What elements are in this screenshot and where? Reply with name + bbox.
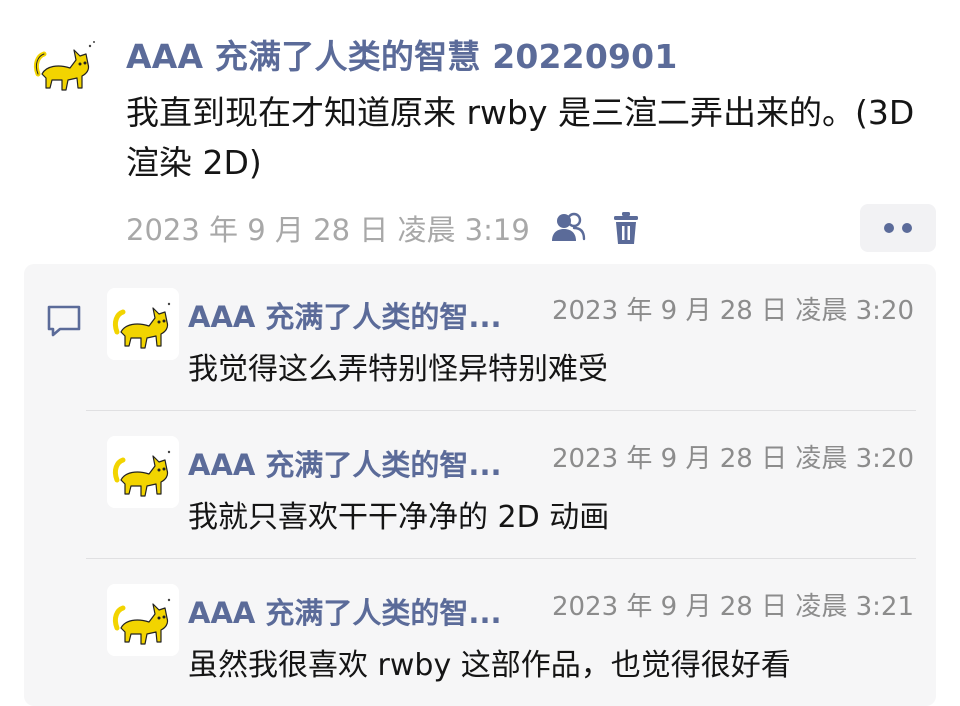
more-icon[interactable] [860,204,936,252]
yellow-cat-avatar-icon [107,436,179,508]
comment-text: 我就只喜欢干干净净的 2D 动画 [188,500,610,535]
comment-author[interactable]: AAA 充满了人类的智... [188,294,501,336]
comment-text: 虽然我很喜欢 rwby 这部作品，也觉得很好看 [188,648,791,683]
comment-time: 2023 年 9 月 28 日 凌晨 3:20 [551,444,914,474]
people-icon[interactable] [548,208,588,248]
divider [86,558,916,559]
post-text: 我直到现在才知道原来 rwby 是三渲二弄出来的。(3D 渲染 2D) [126,93,915,182]
avatar[interactable] [107,436,179,508]
comment-author[interactable]: AAA 充满了人类的智... [188,442,501,484]
divider [86,410,916,411]
comment-time: 2023 年 9 月 28 日 凌晨 3:21 [551,592,914,622]
comment-author[interactable]: AAA 充满了人类的智... [188,590,501,632]
yellow-cat-avatar-icon [28,30,100,102]
comment-time: 2023 年 9 月 28 日 凌晨 3:20 [551,296,914,326]
avatar[interactable] [107,288,179,360]
avatar[interactable] [28,30,100,102]
avatar[interactable] [107,584,179,656]
comment-bubble-icon [44,300,84,340]
post-meta: 2023 年 9 月 28 日 凌晨 3:19 [126,208,646,248]
trash-icon[interactable] [606,208,646,248]
yellow-cat-avatar-icon [107,584,179,656]
comment-text: 我觉得这么弄特别怪异特别难受 [188,352,608,387]
more-dot [902,223,912,233]
post-author[interactable]: AAA 充满了人类的智慧 20220901 [126,30,678,78]
post-time: 2023 年 9 月 28 日 凌晨 3:19 [126,213,530,247]
more-dot [884,223,894,233]
yellow-cat-avatar-icon [107,288,179,360]
